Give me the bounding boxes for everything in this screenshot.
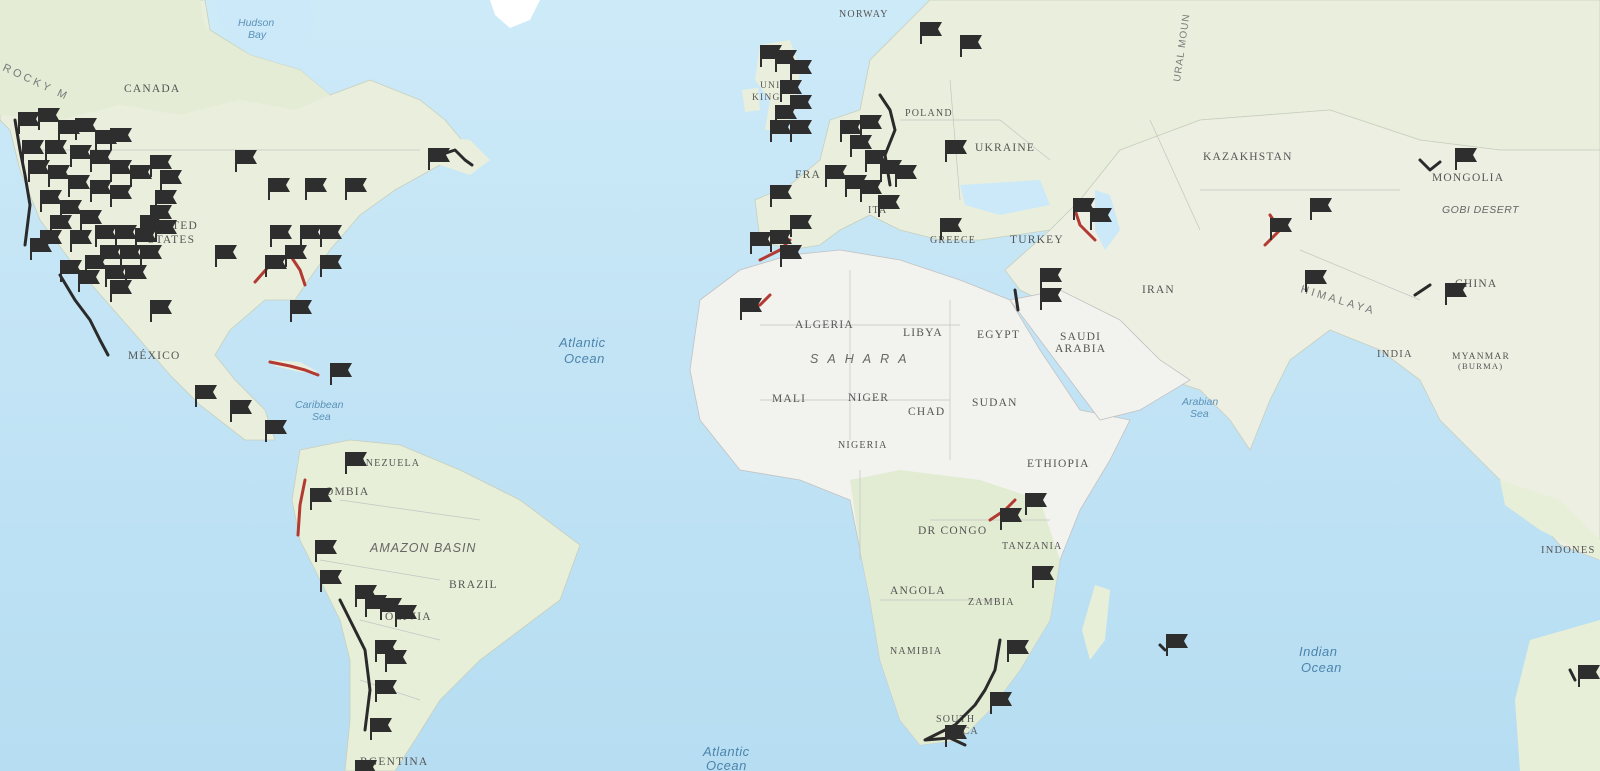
label-saudi-1: SAUDI [1060, 331, 1101, 343]
label-niger: NIGER [848, 392, 889, 404]
label-indian-ocean-1: Indian [1299, 644, 1337, 659]
label-turkey: TURKEY [1010, 234, 1064, 246]
label-hudson-bay-1: Hudson [238, 17, 274, 29]
label-saudi-2: ARABIA [1055, 343, 1106, 355]
label-norway: NORWAY [839, 9, 889, 20]
label-libya: LIBYA [903, 327, 943, 339]
label-ethiopia: ETHIOPIA [1027, 458, 1090, 470]
label-poland: POLAND [905, 108, 953, 119]
label-uk-2: KING [752, 93, 781, 103]
label-greece: GREECE [930, 235, 976, 246]
label-iran: IRAN [1142, 284, 1175, 296]
label-brazil: BRAZIL [449, 579, 498, 591]
label-mexico: MÉXICO [128, 348, 181, 362]
label-atlantic-south-1: Atlantic [702, 744, 750, 759]
label-colombia: OMBIA [325, 486, 369, 498]
label-kazakhstan: KAZAKHSTAN [1203, 151, 1293, 163]
label-france: FRA [795, 169, 821, 181]
label-angola: ANGOLA [890, 585, 946, 597]
label-indian-ocean-2: Ocean [1301, 660, 1342, 675]
label-sahara: S A H A R A [810, 352, 909, 366]
label-ukraine: UKRAINE [975, 142, 1035, 154]
label-arabian-sea-1: Arabian [1181, 396, 1218, 408]
label-egypt: EGYPT [977, 329, 1020, 341]
label-dr-congo: DR CONGO [918, 525, 987, 537]
label-india: INDIA [1377, 349, 1413, 360]
label-hudson-bay-2: Bay [248, 29, 267, 41]
label-algeria: ALGERIA [795, 319, 854, 331]
label-atlantic-north-1: Atlantic [558, 335, 606, 350]
map-canvas: CANADA Hudson Bay ROCKY M UNITED STATES … [0, 0, 1600, 771]
label-indonesia: INDONES [1541, 545, 1595, 556]
label-gobi-desert: GOBI DESERT [1442, 204, 1520, 216]
label-chad: CHAD [908, 406, 945, 418]
label-arabian-sea-2: Sea [1190, 408, 1209, 420]
label-mongolia: MONGOLIA [1432, 172, 1504, 184]
label-tanzania: TANZANIA [1002, 541, 1062, 552]
label-mali: MALI [772, 393, 806, 405]
label-nigeria: NIGERIA [838, 440, 888, 451]
label-myanmar-2: (BURMA) [1458, 361, 1503, 371]
flag-icon[interactable] [355, 760, 377, 771]
label-canada: CANADA [124, 83, 180, 95]
label-zambia: ZAMBIA [968, 597, 1015, 608]
label-amazon-basin: AMAZON BASIN [369, 541, 476, 555]
world-map[interactable]: CANADA Hudson Bay ROCKY M UNITED STATES … [0, 0, 1600, 771]
label-namibia: NAMIBIA [890, 646, 942, 657]
label-caribbean-1: Caribbean [295, 399, 344, 411]
label-caribbean-2: Sea [312, 411, 331, 423]
label-atlantic-north-2: Ocean [564, 351, 605, 366]
label-atlantic-south-2: Ocean [706, 758, 747, 771]
label-sudan: SUDAN [972, 397, 1018, 409]
